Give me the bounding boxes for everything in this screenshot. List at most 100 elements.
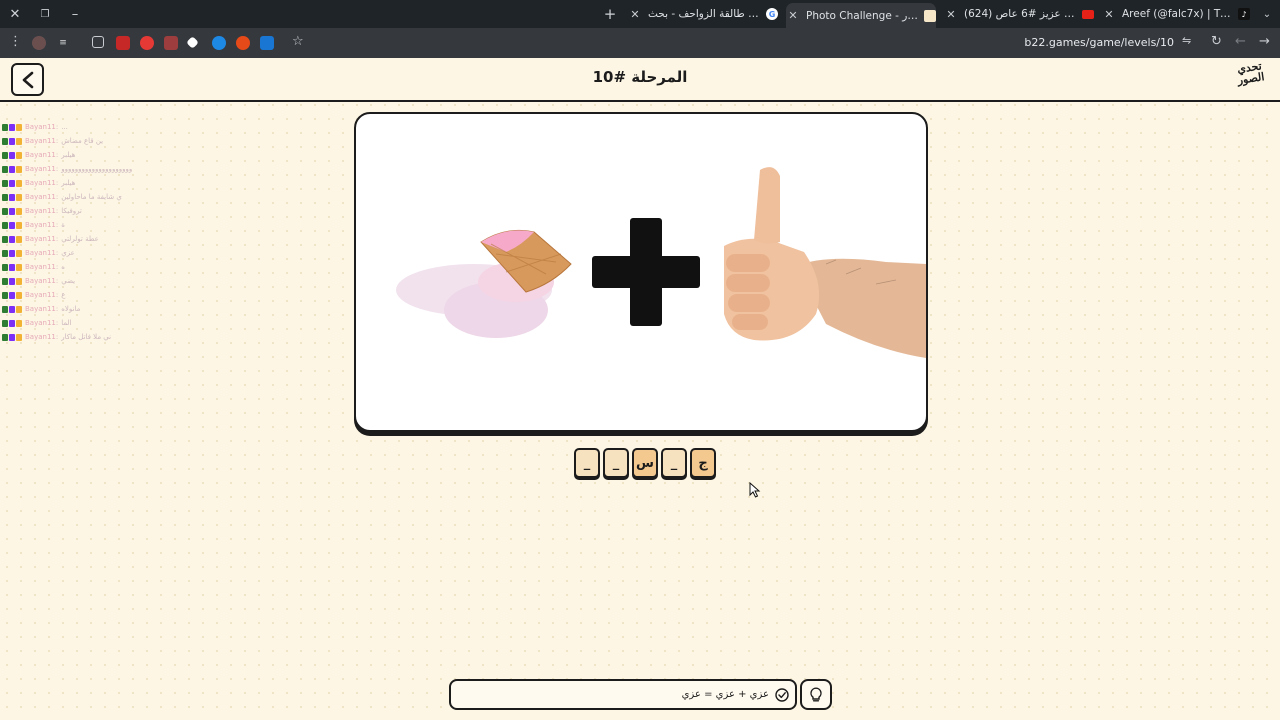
gift-badge-icon	[16, 333, 22, 341]
chat-message: Bayan11 : ووووووووووووووووووووو	[2, 162, 202, 176]
moderator-badge-icon	[2, 193, 8, 201]
subscriber-badge-icon	[9, 123, 15, 131]
site-settings-icon[interactable]: ⇋	[1182, 34, 1191, 47]
answer-slot[interactable]: _	[603, 448, 629, 478]
chat-username: Bayan11	[25, 179, 56, 187]
answer-text: عزي + عزي = عزي	[681, 689, 769, 700]
moderator-badge-icon	[2, 165, 8, 173]
chat-username: Bayan11	[25, 151, 56, 159]
moderator-badge-icon	[2, 249, 8, 257]
subscriber-badge-icon	[9, 249, 15, 257]
chat-message: Bayan11 : ...	[2, 120, 202, 134]
answer-slot[interactable]: _	[574, 448, 600, 478]
google-icon: G	[766, 8, 778, 20]
gift-badge-icon	[16, 319, 22, 327]
chat-username: Bayan11	[25, 235, 56, 243]
extension-blue-icon[interactable]	[212, 36, 226, 50]
new-tab-icon[interactable]: +	[595, 0, 625, 28]
window-minimize-icon[interactable]: –	[60, 0, 90, 28]
tab-title: Areef (@falc7x) | TikTok	[1122, 8, 1232, 20]
subscriber-badge-icon	[9, 277, 15, 285]
chat-text: ني ملا فاتل ماكار	[61, 333, 112, 341]
url-text[interactable]: b22.games/game/levels/10	[1024, 36, 1174, 49]
window-restore-icon[interactable]: ❐	[30, 0, 60, 28]
extension-record-icon[interactable]	[140, 36, 154, 50]
answer-input[interactable]: عزي + عزي = عزي	[449, 679, 797, 710]
extension-orange-icon[interactable]	[236, 36, 250, 50]
moderator-badge-icon	[2, 123, 8, 131]
chat-text: مانولاه	[61, 305, 81, 313]
subscriber-badge-icon	[9, 193, 15, 201]
check-circle-icon[interactable]	[775, 687, 789, 702]
translate-icon[interactable]	[260, 36, 274, 50]
youtube-icon	[1082, 9, 1094, 19]
melted-ice-cream-image	[396, 229, 572, 338]
tab-close-icon[interactable]: ✕	[944, 8, 958, 21]
answer-slot[interactable]: س	[632, 448, 658, 478]
subscriber-badge-icon	[9, 221, 15, 229]
tab-close-icon[interactable]: ✕	[786, 9, 800, 22]
moderator-badge-icon	[2, 277, 8, 285]
chat-username: Bayan11	[25, 291, 56, 299]
chat-message: Bayan11 : تروفيكا	[2, 204, 202, 218]
tab-close-icon[interactable]: ✕	[628, 8, 642, 21]
menu-kebab-icon[interactable]: ⋮	[9, 34, 22, 49]
hint-button[interactable]	[800, 679, 832, 710]
subscriber-badge-icon	[9, 263, 15, 271]
extension-red-icon[interactable]	[116, 36, 130, 50]
chat-username: Bayan11	[25, 165, 56, 173]
tab-photo-challenge[interactable]: ✕ Photo Challenge - تحدي الصور	[786, 3, 936, 28]
subscriber-badge-icon	[9, 235, 15, 243]
logo: تحدي الصور	[1230, 59, 1272, 99]
chat-username: Bayan11	[25, 277, 56, 285]
window-close-icon[interactable]: ✕	[0, 0, 30, 28]
chat-message: Bayan11 : ه	[2, 260, 202, 274]
logo-text: تحدي الصور	[1236, 59, 1266, 87]
moderator-badge-icon	[2, 179, 8, 187]
chat-text: ه	[61, 263, 65, 271]
chat-message: Bayan11 : ع	[2, 288, 202, 302]
forward-icon[interactable]: ←	[1235, 34, 1246, 49]
tiktok-icon: ♪	[1238, 8, 1250, 20]
chat-text: ين قاع مضاش	[61, 137, 104, 145]
moderator-badge-icon	[2, 305, 8, 313]
tab-tiktok[interactable]: ✕ Areef (@falc7x) | TikTok ♪	[1102, 3, 1250, 25]
chat-username: Bayan11	[25, 319, 56, 327]
bookmark-star-icon[interactable]: ☆	[292, 34, 304, 49]
tab-google-search[interactable]: ✕ طالقة الزواحف - بحث Google G	[628, 3, 778, 25]
extension-diamond-icon[interactable]	[186, 36, 199, 49]
tab-search-icon[interactable]: ⌄	[1252, 0, 1280, 28]
moderator-badge-icon	[2, 221, 8, 229]
tab-title: (624) حروف مع عزيز #6 عاص	[964, 8, 1076, 20]
game-header: المرحلة #10 تحدي الصور	[0, 58, 1280, 102]
answer-slots: _ _ س _ ج	[574, 448, 716, 478]
chat-username: Bayan11	[25, 249, 56, 257]
tab-youtube[interactable]: ✕ (624) حروف مع عزيز #6 عاص	[944, 3, 1094, 25]
answer-slot[interactable]: ج	[690, 448, 716, 478]
chat-message: Bayan11 : ي شايفة ما ماحاولين	[2, 190, 202, 204]
moderator-badge-icon	[2, 333, 8, 341]
chat-message: Bayan11 : الما	[2, 316, 202, 330]
chat-message: Bayan11 : عزي	[2, 246, 202, 260]
tab-title: طالقة الزواحف - بحث Google	[648, 8, 760, 20]
subscriber-badge-icon	[9, 137, 15, 145]
gift-badge-icon	[16, 207, 22, 215]
chat-username: Bayan11	[25, 221, 56, 229]
extension-badge-icon[interactable]	[164, 36, 178, 50]
moderator-badge-icon	[2, 319, 8, 327]
chat-text: عزي	[61, 249, 75, 257]
mouse-cursor-icon	[749, 482, 761, 498]
gift-badge-icon	[16, 193, 22, 201]
tab-close-icon[interactable]: ✕	[1102, 8, 1116, 21]
playlist-icon[interactable]: ≡	[56, 36, 70, 50]
puzzle-image	[396, 167, 926, 358]
answer-slot[interactable]: _	[661, 448, 687, 478]
subscriber-badge-icon	[9, 179, 15, 187]
profile-avatar-icon[interactable]	[32, 36, 46, 50]
reload-icon[interactable]: ↻	[1211, 34, 1222, 49]
back-icon[interactable]: →	[1259, 34, 1270, 49]
thumbs-up-hand-image	[724, 167, 926, 358]
chat-text: ووووووووووووووووووووو	[61, 165, 133, 173]
extensions-icon[interactable]	[92, 36, 104, 48]
moderator-badge-icon	[2, 207, 8, 215]
